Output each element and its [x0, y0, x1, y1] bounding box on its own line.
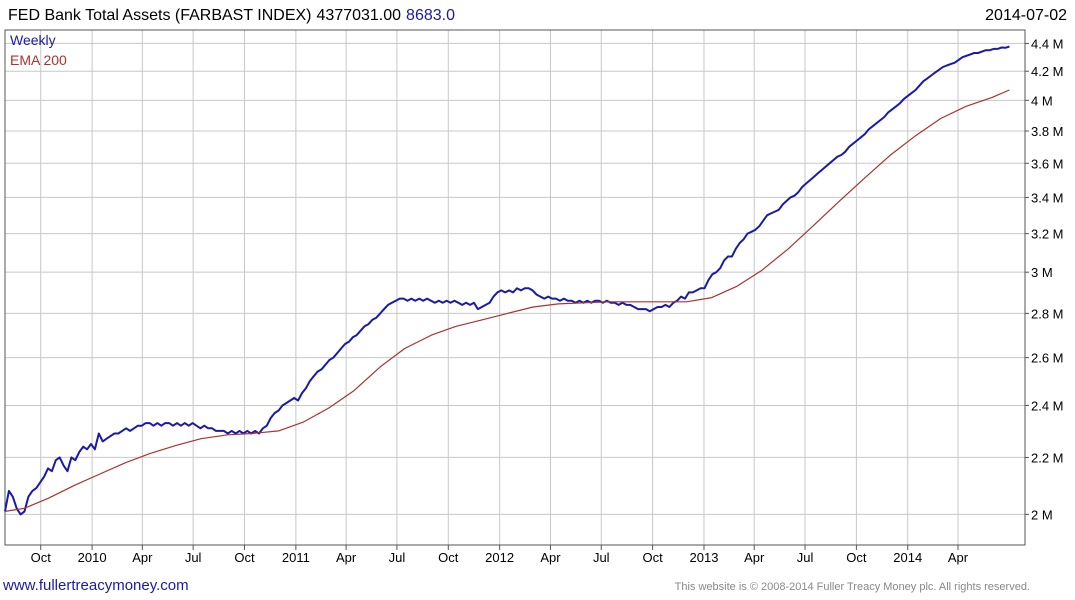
y-tick-label: 4.2 M	[1031, 64, 1064, 79]
series-line-weekly	[4, 45, 1010, 516]
chart-title: FED Bank Total Assets (FARBAST INDEX)	[8, 7, 312, 24]
y-tick-label: 4 M	[1031, 93, 1053, 108]
y-tick-label: 3.8 M	[1031, 124, 1064, 139]
website-link[interactable]: www.fullertreacymoney.com	[2, 577, 189, 594]
series-layer	[4, 45, 1010, 516]
legend-weekly: Weekly	[10, 32, 56, 48]
x-tick-label: Oct	[438, 550, 459, 565]
horizontal-gridlines	[5, 42, 1025, 515]
x-tick-label: 2011	[282, 550, 310, 565]
x-tick-label: Oct	[234, 550, 255, 565]
copyright-text: This website is © 2008-2014 Fuller Treac…	[675, 581, 1030, 593]
x-tick-label: Apr	[540, 550, 561, 565]
series-line-ema-200	[4, 89, 1010, 512]
x-tick-label: Jul	[389, 550, 406, 565]
y-tick-label: 2.4 M	[1031, 398, 1064, 413]
y-tick-label: 3 M	[1031, 265, 1053, 280]
y-tick-label: 3.6 M	[1031, 156, 1064, 171]
y-tick-label: 3.4 M	[1031, 190, 1064, 205]
x-tick-label: Jul	[593, 550, 610, 565]
x-tick-label: 2010	[78, 550, 107, 565]
x-tick-label: Oct	[643, 550, 664, 565]
y-tick-label: 2.2 M	[1031, 450, 1064, 465]
x-tick-label: Oct	[846, 550, 867, 565]
x-tick-label: Apr	[132, 550, 153, 565]
chart-date: 2014-07-02	[985, 7, 1067, 24]
x-tick-label: Apr	[948, 550, 969, 565]
x-tick-label: Apr	[744, 550, 765, 565]
y-axis-labels: 2 M 2.2 M 2.4 M 2.6 M 2.8 M 3 M 3.2 M 3.4 M 3.6 …	[1025, 36, 1064, 522]
vertical-gridlines	[40, 30, 959, 545]
y-tick-label: 2 M	[1031, 507, 1053, 522]
x-tick-label: Jul	[185, 550, 202, 565]
x-tick-label: 2012	[485, 550, 514, 565]
legend-ema-200: EMA 200	[10, 52, 67, 68]
change-value: 8683.0	[406, 7, 455, 24]
x-tick-label: Apr	[336, 550, 357, 565]
y-tick-label: 4.4 M	[1031, 36, 1064, 51]
x-tick-label: Jul	[797, 550, 814, 565]
x-tick-label: 2014	[893, 550, 922, 565]
plot-frame	[4, 29, 1026, 546]
chart-title-line: FED Bank Total Assets (FARBAST INDEX) 437…	[8, 7, 455, 24]
chart: 2 M 2.2 M 2.4 M 2.6 M 2.8 M 3 M 3.2 M 3.4 M 3.6 …	[2, 7, 1067, 594]
y-tick-label: 2.8 M	[1031, 306, 1064, 321]
x-tick-label: Oct	[31, 550, 52, 565]
y-tick-label: 2.6 M	[1031, 351, 1064, 366]
x-axis-labels: Oct 2010 Apr Jul Oct 2011 Apr Jul Oct 2012 Apr Jul O…	[31, 545, 969, 565]
last-value: 4377031.00	[317, 7, 402, 24]
y-tick-label: 3.2 M	[1031, 227, 1064, 242]
x-tick-label: 2013	[690, 550, 719, 565]
